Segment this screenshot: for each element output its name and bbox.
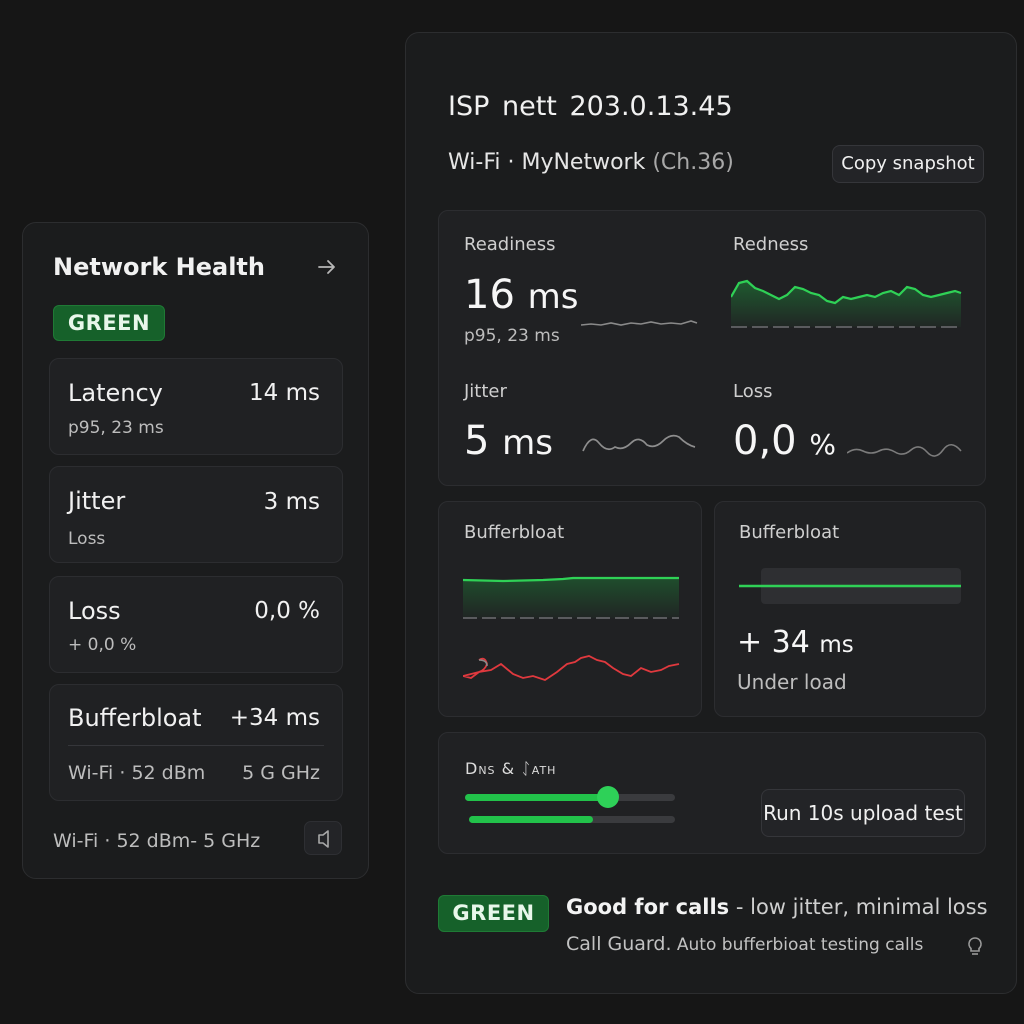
metric-value: +34 ms [229,705,320,731]
card-title: Network Health [53,253,265,281]
arrow-right-icon[interactable] [315,255,339,279]
copy-snapshot-button[interactable]: Copy snapshot [832,145,984,183]
metric-name: Jitter [68,487,126,515]
loss-number: 0,0 [733,418,797,464]
wifi-network: Wi-Fi · MyNetwork [448,150,646,175]
bufferbloat-value: + 34 ms [737,625,854,660]
isp-line: ISP nett 203.0.13.45 [448,91,733,122]
bufferbloat-sub: Under load [737,670,847,694]
lightbulb-icon[interactable] [964,935,986,959]
readiness-sparkline [581,320,698,326]
latency-tile[interactable]: Latency 14 ms p95, 23 ms [49,358,343,455]
status-bold: Good for calls [566,895,730,919]
guard-name: Call Guard. [566,933,672,955]
redness-chart [731,279,962,328]
jitter-sparkline [582,434,696,452]
metric-name: Bufferbloat [68,704,202,732]
bufferbloat-summary-panel: Bufferbloat + 34 ms Under load [714,501,986,717]
bufferbloat-chart [463,576,680,681]
readiness-value: 16 ms [464,272,578,318]
readiness-number: 16 [464,272,515,318]
metric-value: 3 ms [263,489,320,515]
metric-sub: + 0,0 % [68,635,137,655]
bufferbloat-number: + 34 [737,625,810,660]
loss-sparkline [847,443,962,457]
path-slider[interactable] [469,816,675,823]
guard-rest: Auto bufferbioat testing calls [671,935,924,955]
bufferbloat-level-bar [739,568,961,604]
metric-name: Loss [68,597,121,625]
redness-label: Redness [733,234,809,255]
status-badge: GREEN [53,305,165,341]
status-text: Good for calls - low jitter, minimal los… [566,895,988,919]
jitter-unit: ms [502,423,554,463]
dns-slider[interactable] [465,786,675,808]
bufferbloat-chart-panel: Bufferbloat [438,501,702,717]
jitter-number: 5 [464,418,490,464]
loss-label: Loss [733,381,773,402]
loss-tile[interactable]: Loss 0,0 % + 0,0 % [49,576,343,673]
metric-value: 0,0 % [254,598,320,624]
connection-detail-card: ISP nett 203.0.13.45 Wi-Fi · MyNetwork (… [405,32,1017,994]
metric-sub: Loss [68,529,106,549]
footer-text: Wi-Fi · 52 dBm- 5 GHz [53,830,261,852]
bufferbloat-unit: ms [819,632,854,658]
dns-slider-fill [465,794,608,801]
jitter-value: 5 ms [464,418,553,464]
wifi-line: Wi-Fi · MyNetwork (Ch.36) [448,150,734,175]
readiness-label: Readiness [464,234,556,255]
bufferbloat-label: Bufferbloat [464,522,565,543]
path-slider-fill [469,816,593,823]
metric-sub-right: 5 G GHz [242,762,320,784]
run-upload-test-button[interactable]: Run 10s upload test [761,789,965,837]
dns-path-panel: Dns & ᛇath Run 10s upload test [438,732,986,854]
call-guard-text: Call Guard. Auto bufferbioat testing cal… [566,933,923,955]
readiness-sub: p95, 23 ms [464,326,560,346]
status-rest: - low jitter, minimal loss [729,895,988,919]
bufferbloat-tile[interactable]: Bufferbloat +34 ms Wi-Fi · 52 dBm 5 G GH… [49,684,343,801]
bufferbloat-label: Bufferbloat [739,522,840,543]
jitter-tile[interactable]: Jitter 3 ms Loss [49,466,343,563]
metric-sub: Wi-Fi · 52 dBm [68,762,206,784]
metric-sub: p95, 23 ms [68,418,164,438]
metric-name: Latency [68,379,163,407]
status-badge: GREEN [438,895,549,932]
divider [68,745,324,746]
network-health-card: Network Health GREEN Latency 14 ms p95, … [22,222,369,879]
loss-unit: % [809,428,836,461]
speaker-icon[interactable] [304,821,342,855]
loss-value: 0,0 % [733,418,836,464]
readiness-unit: ms [527,277,579,317]
dns-title: Dns & ᛇath [465,759,557,778]
stats-panel: Readiness 16 ms p95, 23 ms Redness Jitte… [438,210,986,486]
wifi-channel: (Ch.36) [652,150,734,175]
jitter-label: Jitter [464,381,507,402]
dns-slider-knob[interactable] [596,786,619,808]
metric-value: 14 ms [249,380,320,406]
